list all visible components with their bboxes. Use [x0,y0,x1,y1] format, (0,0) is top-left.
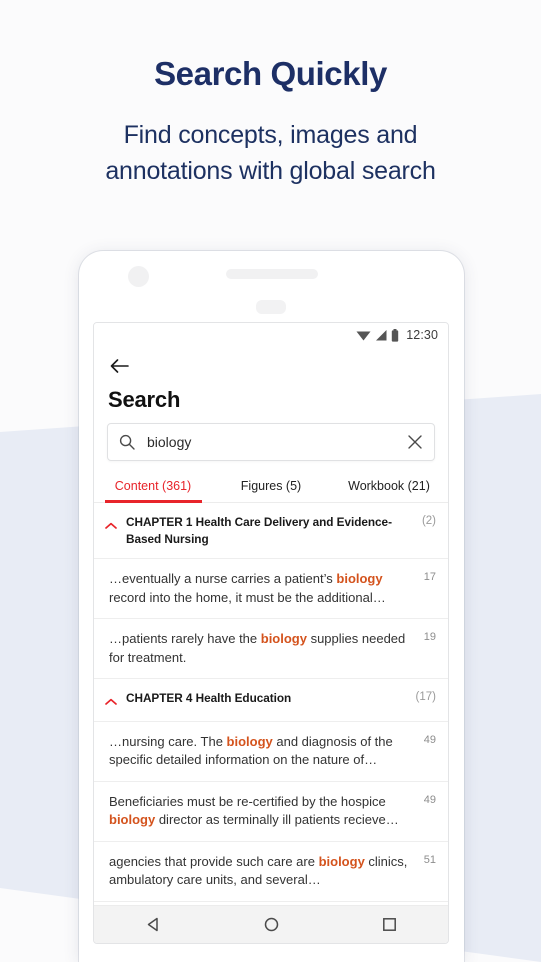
result-item[interactable]: …patients rarely have the biology suppli… [94,619,448,679]
result-page-number: 49 [423,734,436,746]
result-page-number: 49 [423,793,436,806]
promo-headings: Search Quickly Find concepts, images and… [0,0,541,189]
result-page-number: 51 [423,853,436,866]
result-snippet: Beneficiaries must be re-certified by th… [109,793,399,828]
app-bar: Search [94,347,448,413]
wifi-icon [356,329,371,341]
battery-icon [391,328,399,342]
chapter-header[interactable]: CHAPTER 4 Health Education (17) [94,679,448,722]
page-subtitle: Find concepts, images and annotations wi… [0,118,541,189]
search-box[interactable]: biology [107,423,435,461]
circle-home-icon[interactable] [263,916,280,933]
triangle-back-icon[interactable] [145,916,162,933]
search-icon [119,434,135,450]
back-button[interactable] [107,355,133,381]
result-page-number: 17 [423,571,436,584]
chevron-up-icon[interactable] [105,514,117,535]
signal-icon [375,329,387,341]
result-page-number: 19 [423,631,436,644]
promo-screenshot: Search Quickly Find concepts, images and… [0,0,541,962]
chapter-header[interactable]: CHAPTER 1 Health Care Delivery and Evide… [94,503,448,560]
search-tabs: Content (361) Figures (5) Workbook (21) [94,473,448,503]
status-clock: 12:30 [406,328,438,342]
phone-screen: 12:30 Search biology Content (361) Figur… [93,322,449,944]
result-snippet: agencies that provide such care are biol… [109,853,408,888]
highlight-term: biology [318,853,365,869]
chapter-result-count: (17) [415,691,436,703]
result-item[interactable]: …eventually a nurse carries a patient’s … [94,559,448,620]
arrow-left-icon [110,358,130,379]
page-title: Search Quickly [154,55,387,92]
screen-title: Search [108,387,181,412]
clear-search-button[interactable] [407,434,423,450]
tab-active-indicator [104,500,202,503]
result-item[interactable]: …nursing care. The biology and diagnosis… [94,722,448,782]
square-recents-icon[interactable] [381,916,398,933]
chapter-title: CHAPTER 1 Health Care Delivery and Evide… [126,515,392,547]
chapter-title: CHAPTER 4 Health Education [126,691,292,705]
status-bar: 12:30 [94,323,448,347]
highlight-term: biology [336,571,383,587]
search-results-list[interactable]: CHAPTER 1 Health Care Delivery and Evide… [94,503,448,905]
front-camera-icon [128,266,149,287]
search-input[interactable]: biology [147,434,395,450]
result-snippet: …eventually a nurse carries a patient’s … [109,571,386,605]
android-nav-bar [94,905,448,943]
tab-figures[interactable]: Figures (5) [212,473,330,502]
earpiece-speaker [226,269,318,279]
chapter-result-count: (2) [421,515,436,527]
highlight-term: biology [260,631,307,647]
search-bar-container: biology [94,413,448,461]
result-snippet: …nursing care. The biology and diagnosis… [109,734,393,768]
chevron-up-icon[interactable] [105,690,117,711]
result-snippet: …patients rarely have the biology suppli… [109,631,406,665]
page-subtitle-line-1: Find concepts, images and [123,121,418,149]
highlight-term: biology [109,812,156,828]
proximity-sensor [256,300,286,314]
result-item[interactable]: agencies that provide such care are biol… [94,842,448,902]
tab-content[interactable]: Content (361) [94,473,212,502]
page-subtitle-line-2: annotations with global search [105,156,436,185]
tab-workbook[interactable]: Workbook (21) [330,473,448,502]
result-item[interactable]: Beneficiaries must be re-certified by th… [94,782,448,842]
highlight-term: biology [226,734,273,749]
